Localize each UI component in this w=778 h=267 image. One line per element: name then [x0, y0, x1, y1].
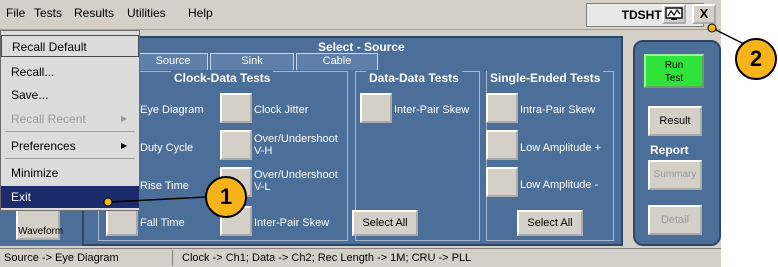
callout-1: 1: [205, 176, 247, 218]
callout-1-dot: [103, 197, 113, 207]
callout-2-leader: [711, 27, 745, 45]
callout-2: 2: [735, 38, 777, 80]
callout-leaders: [103, 23, 745, 207]
callout-1-leader: [109, 196, 207, 203]
application-window: File Tests Results Utilities Help TDSHT3…: [0, 0, 745, 267]
callout-2-dot: [707, 23, 717, 33]
